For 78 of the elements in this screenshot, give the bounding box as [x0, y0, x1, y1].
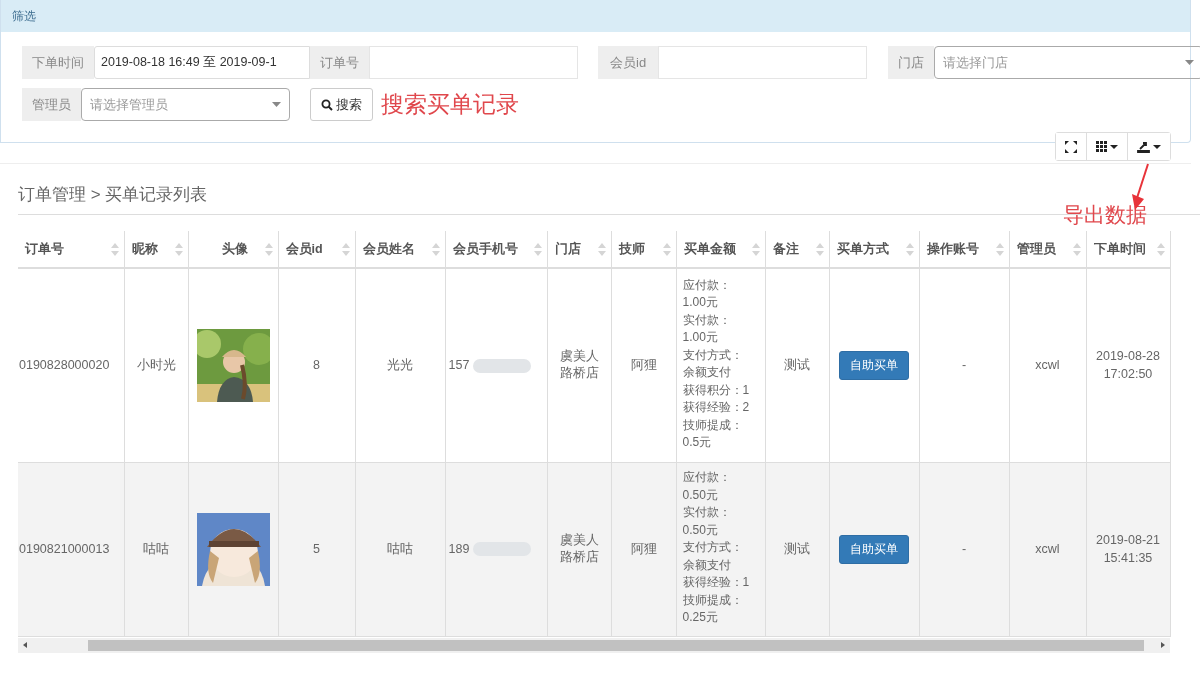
field-label: 管理员 — [22, 88, 81, 121]
column-header[interactable]: 昵称 — [124, 231, 188, 268]
sort-icon — [174, 243, 183, 256]
column-header[interactable]: 头像 — [188, 231, 278, 268]
fullscreen-icon — [1065, 140, 1077, 153]
input-field[interactable] — [369, 46, 578, 79]
table-cell: 测试 — [765, 462, 829, 636]
export-button[interactable] — [1127, 133, 1170, 160]
table-cell: 阿狸 — [611, 462, 676, 636]
field-label: 订单号 — [310, 46, 369, 79]
table-cell: - — [919, 462, 1009, 636]
sort-icon — [662, 243, 671, 256]
field-label: 会员id — [598, 46, 659, 79]
method-button[interactable]: 自助买单 — [839, 350, 909, 380]
caret-icon — [1110, 144, 1118, 149]
table-cell: 阿狸 — [611, 268, 676, 462]
column-header[interactable]: 会员id — [278, 231, 355, 268]
sort-icon — [1156, 243, 1165, 256]
grid-icon — [1096, 141, 1107, 152]
table-cell: 光光 — [355, 268, 445, 462]
sort-icon — [110, 243, 119, 256]
table-cell: 测试 — [765, 268, 829, 462]
sort-icon — [905, 243, 914, 256]
method-button[interactable]: 自助买单 — [839, 534, 909, 564]
sort-icon — [815, 243, 824, 256]
table-cell: 虞美人路桥店 — [547, 462, 611, 636]
table-cell: 应付款： 0.50元 实付款： 0.50元 支付方式： 余额支付 获得经验：1 技师提成： 0.25元 — [676, 462, 765, 636]
sort-icon — [264, 243, 273, 256]
annotation-text: 导出数据 — [1063, 202, 1147, 229]
horizontal-scrollbar[interactable] — [18, 637, 1170, 653]
column-header[interactable]: 下单时间 — [1086, 231, 1170, 268]
caret-icon — [1185, 60, 1195, 65]
column-header[interactable]: 订单号 — [18, 231, 124, 268]
table-cell: 2019-08-28 17:02:50 — [1086, 268, 1170, 462]
search-button[interactable]: 搜索 — [310, 88, 373, 121]
sort-icon — [597, 243, 606, 256]
sort-icon — [1072, 243, 1081, 256]
caret-icon — [1153, 144, 1161, 149]
column-header[interactable]: 会员手机号 — [445, 231, 547, 268]
field-label: 下单时间 — [22, 46, 94, 79]
column-header[interactable]: 操作账号 — [919, 231, 1009, 268]
table-cell: 8 — [278, 268, 355, 462]
blur-mask — [473, 358, 532, 373]
column-header[interactable]: 会员姓名 — [355, 231, 445, 268]
table-cell: 小时光 — [124, 268, 188, 462]
table-cell: 虞美人路桥店 — [547, 268, 611, 462]
input-field[interactable]: 2019-08-18 16:49 至 2019-09-1 — [94, 46, 310, 79]
breadcrumb: 订单管理 > 买单记录列表 — [18, 184, 208, 206]
table-cell: 0190821000013 — [18, 462, 124, 636]
sort-icon — [533, 243, 542, 256]
input-field[interactable] — [658, 46, 868, 79]
panel-title: 筛选 — [12, 7, 36, 25]
table-cell: 189 — [448, 541, 470, 556]
table-cell: 5 — [278, 462, 355, 636]
table-cell: xcwl — [1009, 462, 1086, 636]
caret-icon — [272, 102, 281, 107]
column-header[interactable]: 买单方式 — [829, 231, 919, 268]
table-cell: 咕咕 — [355, 462, 445, 636]
column-header[interactable]: 技师 — [611, 231, 676, 268]
sort-icon — [751, 243, 760, 256]
table-cell: 157 — [448, 357, 470, 372]
table-cell: 2019-08-21 15:41:35 — [1086, 462, 1170, 636]
annotation-text: 搜索买单记录 — [381, 91, 519, 119]
export-icon — [1137, 140, 1150, 153]
column-header[interactable]: 管理员 — [1009, 231, 1086, 268]
sort-icon — [341, 243, 350, 256]
table-cell: 0190828000020 — [18, 268, 124, 462]
table-cell: 应付款： 1.00元 实付款： 1.00元 支付方式： 余额支付 获得积分：1 获得经验：2 技师提成： 0.5元 — [676, 268, 765, 462]
sort-icon — [995, 243, 1004, 256]
table-cell: xcwl — [1009, 268, 1086, 462]
column-header[interactable]: 备注 — [765, 231, 829, 268]
sort-icon — [431, 243, 440, 256]
field-label: 门店 — [888, 46, 935, 79]
column-header[interactable]: 门店 — [547, 231, 611, 268]
column-header[interactable]: 买单金额 — [676, 231, 765, 268]
table-cell: 咕咕 — [124, 462, 188, 636]
table-cell: - — [919, 268, 1009, 462]
search-icon — [321, 98, 333, 111]
